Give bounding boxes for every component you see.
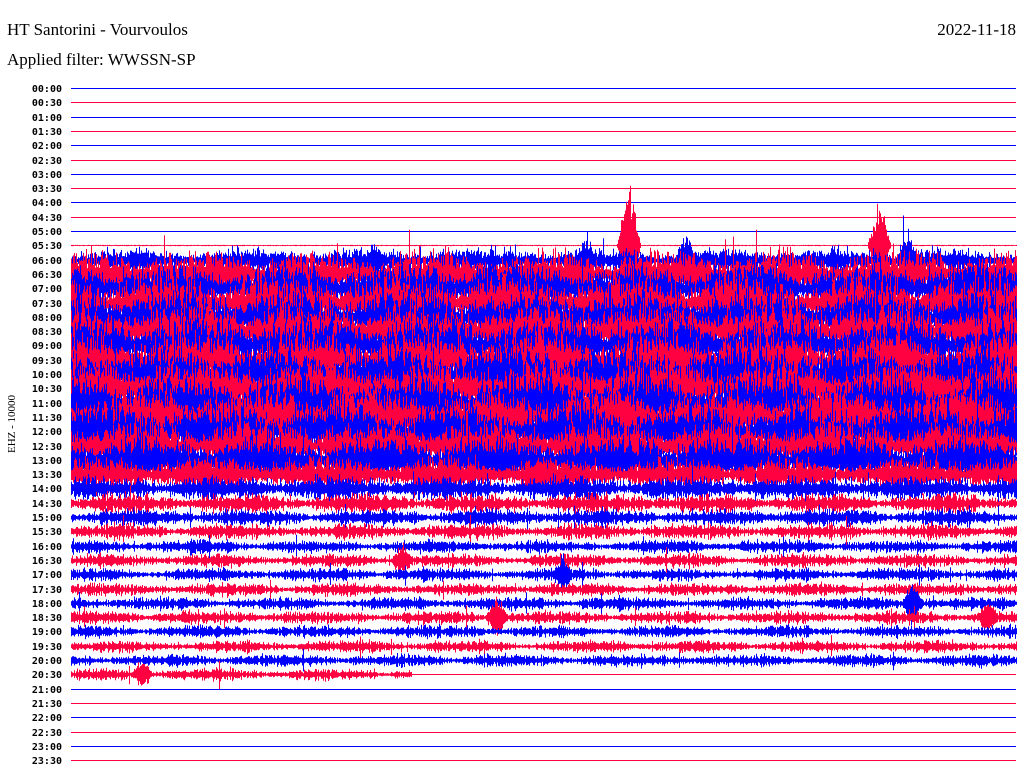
time-tick-label: 03:30 bbox=[32, 184, 62, 195]
time-tick-label: 06:00 bbox=[32, 256, 62, 267]
time-tick-label: 17:00 bbox=[32, 570, 62, 581]
time-tick-label: 06:30 bbox=[32, 270, 62, 281]
helicorder-plot: 00:00 00:30 01:00 01:30 02:00 02:30 03:00 03:30… bbox=[32, 84, 1017, 767]
time-tick-label: 13:00 bbox=[32, 456, 62, 467]
time-tick-label: 05:30 bbox=[32, 241, 62, 252]
time-tick-label: 15:30 bbox=[32, 527, 62, 538]
time-tick-label: 12:30 bbox=[32, 442, 62, 453]
time-tick-label: 08:00 bbox=[32, 313, 62, 324]
time-tick-label: 17:30 bbox=[32, 585, 62, 596]
time-tick-label: 20:00 bbox=[32, 656, 62, 667]
time-tick-label: 09:30 bbox=[32, 356, 62, 367]
trace-2000 bbox=[71, 648, 1017, 672]
time-tick-label: 09:00 bbox=[32, 341, 62, 352]
time-tick-label: 20:30 bbox=[32, 670, 62, 681]
trace-1900 bbox=[71, 623, 1017, 640]
time-tick-label: 10:00 bbox=[32, 370, 62, 381]
time-tick-label: 02:00 bbox=[32, 141, 62, 152]
time-tick-label: 18:30 bbox=[32, 613, 62, 624]
time-tick-label: 00:30 bbox=[32, 98, 62, 109]
time-tick-label: 00:00 bbox=[32, 84, 62, 95]
time-tick-label: 22:30 bbox=[32, 728, 62, 739]
time-tick-label: 21:30 bbox=[32, 699, 62, 710]
time-tick-label: 05:00 bbox=[32, 227, 62, 238]
time-tick-label: 14:30 bbox=[32, 499, 62, 510]
time-tick-label: 10:30 bbox=[32, 384, 62, 395]
trace-1730 bbox=[71, 579, 1017, 600]
time-tick-label: 01:00 bbox=[32, 113, 62, 124]
time-tick-label: 12:00 bbox=[32, 427, 62, 438]
time-tick-label: 13:30 bbox=[32, 470, 62, 481]
time-tick-label: 22:00 bbox=[32, 713, 62, 724]
time-tick-label: 11:00 bbox=[32, 399, 62, 410]
time-tick-label: 23:30 bbox=[32, 756, 62, 767]
time-tick-label: 07:30 bbox=[32, 299, 62, 310]
time-tick-label: 04:00 bbox=[32, 198, 62, 209]
time-tick-label: 23:00 bbox=[32, 742, 62, 753]
time-tick-label: 03:00 bbox=[32, 170, 62, 181]
time-tick-label: 18:00 bbox=[32, 599, 62, 610]
time-tick-label: 16:00 bbox=[32, 542, 62, 553]
time-tick-label: 15:00 bbox=[32, 513, 62, 524]
time-tick-label: 11:30 bbox=[32, 413, 62, 424]
time-tick-label: 07:00 bbox=[32, 284, 62, 295]
time-tick-label: 14:00 bbox=[32, 484, 62, 495]
time-tick-label: 19:00 bbox=[32, 627, 62, 638]
time-tick-label: 08:30 bbox=[32, 327, 62, 338]
time-tick-label: 21:00 bbox=[32, 685, 62, 696]
time-tick-label: 02:30 bbox=[32, 156, 62, 167]
time-tick-label: 19:30 bbox=[32, 642, 62, 653]
time-tick-label: 16:30 bbox=[32, 556, 62, 567]
time-tick-label: 04:30 bbox=[32, 213, 62, 224]
time-tick-label: 01:30 bbox=[32, 127, 62, 138]
